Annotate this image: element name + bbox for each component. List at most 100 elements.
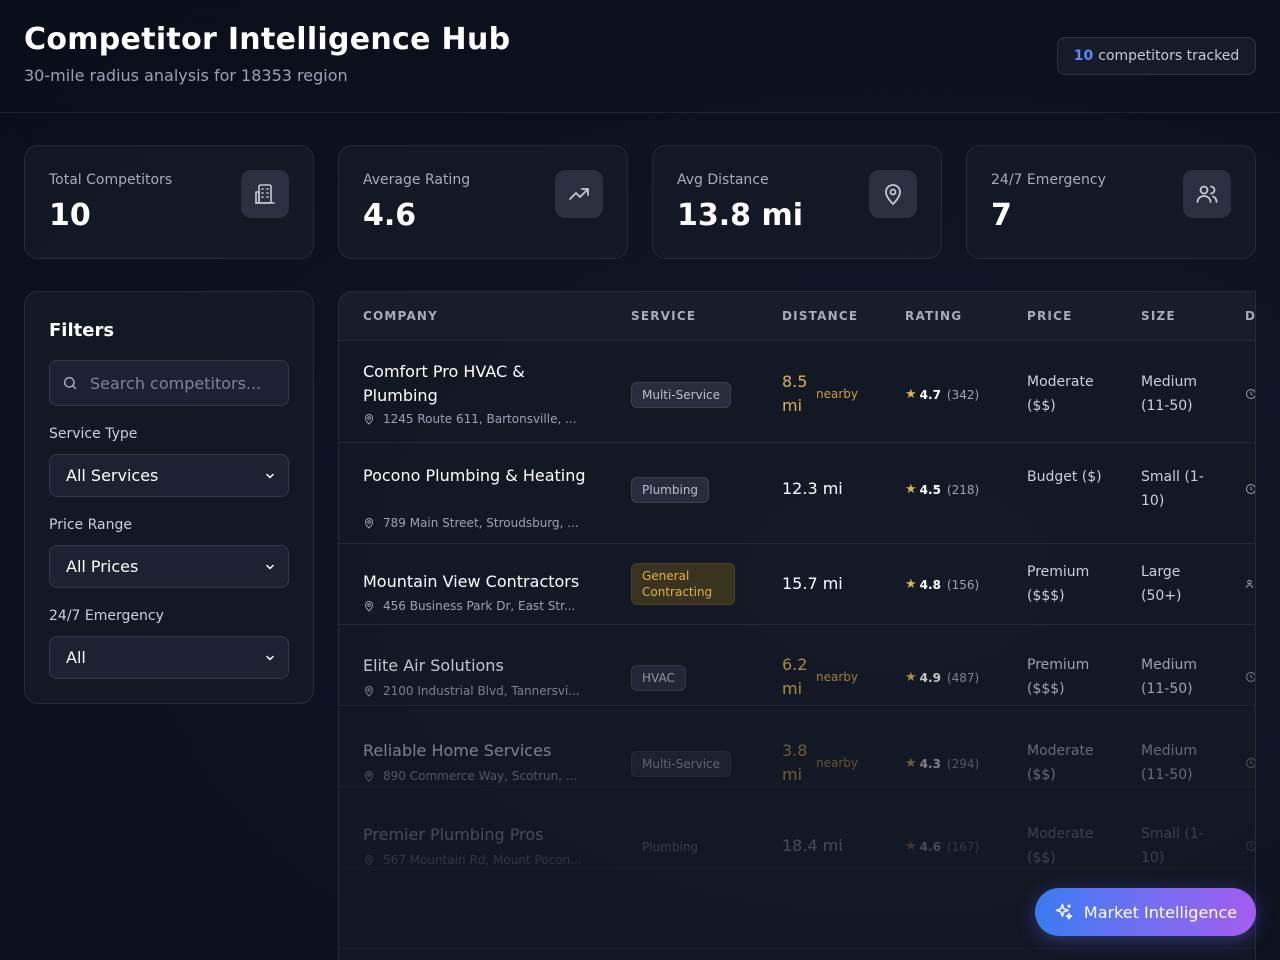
stat-label: Avg Distance	[677, 172, 769, 188]
table-row[interactable]: Mountain View Contractors 456 Business P…	[339, 544, 1255, 625]
chevron-down-icon	[266, 655, 274, 660]
clock-icon	[1246, 672, 1255, 682]
search-icon	[63, 376, 77, 390]
market-intelligence-label: Market Intelligence	[1083, 902, 1238, 922]
market-intelligence-button[interactable]: Market Intelligence	[1035, 888, 1256, 936]
search-box[interactable]	[49, 360, 289, 406]
map-pin-icon	[869, 170, 917, 218]
service-badge: Multi-Service	[631, 382, 732, 408]
price-tier: Moderate ($$)	[1027, 374, 1094, 414]
chevron-down-icon	[266, 473, 274, 478]
stat-label: Total Competitors	[49, 172, 173, 188]
stat-value: 10	[49, 198, 91, 233]
rating-value: 4.8	[919, 577, 941, 592]
chevron-down-icon	[266, 564, 274, 569]
star-icon: ★	[905, 482, 917, 497]
building-icon	[241, 170, 289, 218]
rating: ★ 4.5 (218)	[905, 482, 979, 497]
table-row[interactable]: Elite Air Solutions 2100 Industrial Blvd…	[339, 625, 1255, 706]
rating: ★ 4.6 (167)	[905, 839, 979, 854]
emergency-label: 24/7 Emergency	[49, 608, 164, 624]
company-size: Medium (11-50)	[1141, 743, 1197, 783]
search-input[interactable]	[90, 373, 280, 393]
map-pin-icon	[364, 771, 374, 782]
page-header: Competitor Intelligence Hub 30-mile radi…	[0, 0, 1280, 113]
clock-icon	[1246, 841, 1255, 851]
users-icon	[1183, 170, 1231, 218]
company-name[interactable]: Mountain View Contractors	[363, 570, 623, 594]
column-header-company[interactable]: COMPANY	[363, 309, 438, 323]
column-header-price[interactable]: PRICE	[1027, 309, 1073, 323]
trending-up-icon	[555, 170, 603, 218]
stat-card-avg-distance: Avg Distance 13.8 mi	[652, 145, 942, 259]
review-count: (487)	[946, 670, 980, 685]
competitors-table: COMPANY SERVICE DISTANCE RATING PRICE SI…	[338, 291, 1256, 960]
company-address: 2100 Industrial Blvd, Tannersvi...	[363, 684, 580, 698]
service-badge: Multi-Service	[631, 751, 732, 777]
table-row[interactable]: Pocono Plumbing & Heating 789 Main Stree…	[339, 443, 1255, 544]
stat-value: 7	[991, 198, 1012, 233]
table-row[interactable]: Comfort Pro HVAC & Plumbing 1245 Route 6…	[339, 342, 1255, 443]
users-icon	[1245, 579, 1254, 589]
nearby-tag: nearby	[816, 387, 858, 401]
column-header-distance[interactable]: DISTANCE	[782, 309, 858, 323]
distance-value: 6.2 mi	[782, 655, 808, 698]
distance-value: 12.3 mi	[782, 479, 843, 498]
column-header-size[interactable]: SIZE	[1141, 309, 1176, 323]
company-name[interactable]: Premier Plumbing Pros	[363, 823, 593, 847]
nearby-tag: nearby	[816, 756, 858, 770]
rating-value: 4.6	[919, 839, 941, 854]
price-range-label: Price Range	[49, 517, 132, 533]
table-header: COMPANY SERVICE DISTANCE RATING PRICE SI…	[339, 292, 1255, 341]
map-pin-icon	[364, 686, 374, 697]
company-name[interactable]: Reliable Home Services	[363, 739, 593, 763]
stat-card-total-competitors: Total Competitors 10	[24, 145, 314, 259]
rating-value: 4.9	[919, 670, 941, 685]
column-header-more[interactable]: D	[1245, 309, 1255, 323]
table-row[interactable]: Premier Plumbing Pros 567 Mountain Rd, M…	[339, 787, 1255, 868]
service-type-select[interactable]: All Services	[49, 454, 289, 497]
column-header-service[interactable]: SERVICE	[631, 309, 696, 323]
star-icon: ★	[905, 577, 917, 592]
service-badge: HVAC	[631, 665, 686, 691]
review-count: (167)	[946, 839, 980, 854]
rating-value: 4.5	[919, 482, 941, 497]
sparkles-icon	[1055, 903, 1073, 920]
stat-label: Average Rating	[363, 172, 471, 188]
column-header-rating[interactable]: RATING	[905, 309, 962, 323]
star-icon: ★	[905, 387, 917, 402]
distance-value: 18.4 mi	[782, 836, 843, 855]
page-subtitle: 30-mile radius analysis for 18353 region	[24, 66, 348, 85]
company-address: 789 Main Street, Stroudsburg, ...	[363, 516, 579, 530]
company-size: Small (1-10)	[1141, 469, 1204, 509]
company-address: 1245 Route 611, Bartonsville, ...	[363, 412, 577, 426]
filters-panel: Filters Service Type All Services Price …	[24, 291, 314, 704]
tracked-label: competitors tracked	[1098, 48, 1240, 64]
distance-value: 15.7 mi	[782, 574, 843, 593]
company-name[interactable]: Elite Air Solutions	[363, 654, 593, 678]
company-size: Small (1-10)	[1141, 826, 1204, 866]
price-tier: Moderate ($$)	[1027, 826, 1094, 866]
company-name[interactable]: Pocono Plumbing & Heating	[363, 464, 593, 488]
review-count: (156)	[946, 577, 980, 592]
map-pin-icon	[364, 414, 374, 425]
map-pin-icon	[364, 855, 374, 866]
price-tier: Premium ($$$)	[1027, 657, 1090, 697]
rating: ★ 4.7 (342)	[905, 387, 979, 402]
company-name[interactable]: Comfort Pro HVAC & Plumbing	[363, 360, 593, 408]
map-pin-icon	[364, 601, 374, 612]
stat-value: 13.8 mi	[677, 198, 804, 233]
distance-value: 3.8 mi	[782, 741, 808, 784]
emergency-value: All	[66, 648, 86, 667]
rating: ★ 4.3 (294)	[905, 756, 979, 771]
nearby-tag: nearby	[816, 670, 858, 684]
table-row[interactable]: Reliable Home Services 890 Commerce Way,…	[339, 706, 1255, 787]
emergency-select[interactable]: All	[49, 636, 289, 679]
price-tier: Budget ($)	[1027, 469, 1102, 485]
rating-value: 4.3	[919, 756, 941, 771]
clock-icon	[1246, 389, 1255, 399]
price-range-value: All Prices	[66, 557, 139, 576]
company-size: Medium (11-50)	[1141, 657, 1197, 697]
stat-card-emergency: 24/7 Emergency 7	[966, 145, 1256, 259]
price-range-select[interactable]: All Prices	[49, 545, 289, 588]
